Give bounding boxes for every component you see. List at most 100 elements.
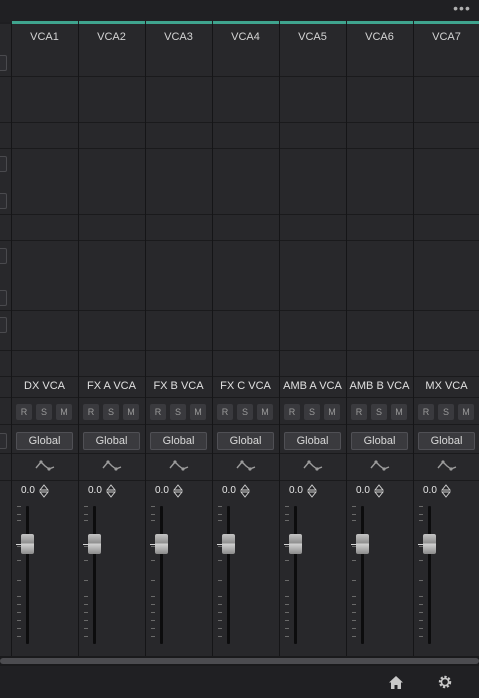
volume-stepper-icon[interactable] (307, 484, 317, 498)
fader-scale-tick (151, 596, 155, 597)
more-icon[interactable]: ••• (451, 1, 473, 18)
fader-scale-tick (285, 620, 289, 621)
volume-stepper-icon[interactable] (173, 484, 183, 498)
fader-scale-tick (218, 520, 222, 521)
fader-track[interactable] (227, 506, 230, 644)
automation-icon[interactable] (34, 456, 56, 476)
channel-name: FX C VCA (220, 380, 271, 392)
automation-icon[interactable] (302, 456, 324, 476)
fader-scale-tick (218, 604, 222, 605)
strip-divider (413, 376, 414, 656)
mute-button[interactable]: M (190, 404, 206, 420)
volume-stepper-icon[interactable] (240, 484, 250, 498)
automation-mode-button[interactable]: Global (16, 432, 73, 450)
automation-icon[interactable] (168, 456, 190, 476)
edge-tab[interactable] (0, 433, 7, 449)
grid-row-divider (0, 350, 479, 351)
solo-button[interactable]: S (371, 404, 387, 420)
fader-scale-tick (151, 514, 155, 515)
automation-mode-button[interactable]: Global (284, 432, 341, 450)
volume-stepper-icon[interactable] (441, 484, 451, 498)
fader-scale-tick (285, 506, 289, 507)
fader-scale-tick (84, 580, 88, 581)
edge-tab[interactable] (0, 193, 7, 209)
home-icon[interactable] (388, 675, 404, 690)
edge-tab[interactable] (0, 55, 7, 71)
record-button[interactable]: R (16, 404, 32, 420)
solo-button[interactable]: S (438, 404, 454, 420)
solo-button[interactable]: S (237, 404, 253, 420)
mute-button[interactable]: M (324, 404, 340, 420)
solo-button[interactable]: S (170, 404, 186, 420)
fader-knob[interactable] (88, 534, 101, 554)
channel-name: MX VCA (425, 380, 468, 392)
fader-scale-tick (17, 612, 21, 613)
fader-scale-tick (285, 628, 289, 629)
fader-scale-tick (84, 604, 88, 605)
horizontal-scrollbar-thumb[interactable] (0, 658, 479, 664)
edge-tab[interactable] (0, 156, 7, 172)
fader-scale-tick (151, 636, 155, 637)
automation-mode-button[interactable]: Global (150, 432, 207, 450)
fader-knob[interactable] (21, 534, 34, 554)
mute-button[interactable]: M (123, 404, 139, 420)
gear-icon[interactable] (437, 674, 453, 690)
mute-button[interactable]: M (56, 404, 72, 420)
automation-mode-button[interactable]: Global (83, 432, 140, 450)
fader-scale-tick (84, 506, 88, 507)
edge-tab[interactable] (0, 290, 7, 306)
fader-scale-tick (84, 628, 88, 629)
automation-mode-button[interactable]: Global (418, 432, 475, 450)
fader-scale-tick (17, 596, 21, 597)
fader-track[interactable] (26, 506, 29, 644)
volume-stepper-icon[interactable] (39, 484, 49, 498)
mute-button[interactable]: M (391, 404, 407, 420)
mute-button[interactable]: M (458, 404, 474, 420)
fader-scale-tick (352, 604, 356, 605)
solo-button[interactable]: S (103, 404, 119, 420)
fader-track[interactable] (294, 506, 297, 644)
automation-icon[interactable] (235, 456, 257, 476)
bottom-bar (0, 666, 479, 698)
fader-track[interactable] (93, 506, 96, 644)
record-button[interactable]: R (150, 404, 166, 420)
fader-scale-tick (419, 520, 423, 521)
fader-track[interactable] (160, 506, 163, 644)
solo-button[interactable]: S (304, 404, 320, 420)
edge-tab[interactable] (0, 248, 7, 264)
record-button[interactable]: R (217, 404, 233, 420)
fader-scale-tick (151, 520, 155, 521)
automation-icon[interactable] (369, 456, 391, 476)
mute-button[interactable]: M (257, 404, 273, 420)
fader-scale-tick (419, 506, 423, 507)
fader-knob[interactable] (423, 534, 436, 554)
fader-scale-tick (218, 514, 222, 515)
volume-stepper-icon[interactable] (374, 484, 384, 498)
fader-track[interactable] (361, 506, 364, 644)
edge-tab[interactable] (0, 317, 7, 333)
fader-scale-tick (285, 560, 289, 561)
automation-mode-button[interactable]: Global (351, 432, 408, 450)
fader-knob[interactable] (356, 534, 369, 554)
automation-icon[interactable] (101, 456, 123, 476)
fader-knob[interactable] (289, 534, 302, 554)
grid-row-divider (0, 240, 479, 241)
fader-knob[interactable] (155, 534, 168, 554)
solo-button[interactable]: S (36, 404, 52, 420)
fader-scale-tick (352, 514, 356, 515)
fader-scale-tick (151, 506, 155, 507)
automation-icon[interactable] (436, 456, 458, 476)
fader-scale-tick (285, 636, 289, 637)
volume-stepper-icon[interactable] (106, 484, 116, 498)
fader-scale-tick (352, 520, 356, 521)
record-button[interactable]: R (418, 404, 434, 420)
record-button[interactable]: R (83, 404, 99, 420)
record-button[interactable]: R (284, 404, 300, 420)
fader-scale-tick (17, 580, 21, 581)
volume-readout: 0.0 (356, 485, 370, 496)
fader-knob[interactable] (222, 534, 235, 554)
automation-mode-button[interactable]: Global (217, 432, 274, 450)
record-button[interactable]: R (351, 404, 367, 420)
fader-track[interactable] (428, 506, 431, 644)
channel-name: FX B VCA (153, 380, 204, 392)
